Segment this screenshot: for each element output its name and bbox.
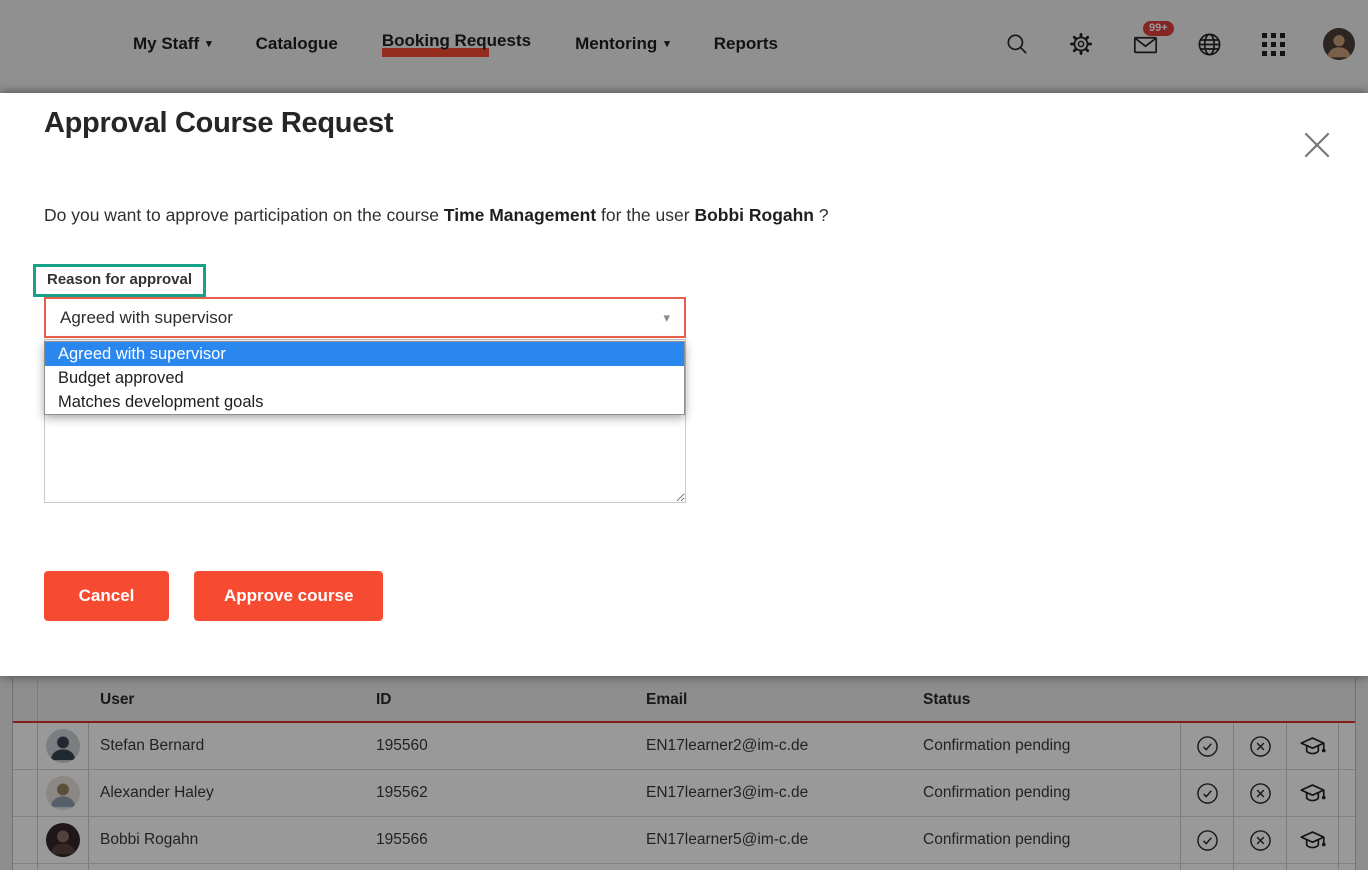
approve-course-button[interactable]: Approve course bbox=[194, 571, 383, 621]
approval-question: Do you want to approve participation on … bbox=[44, 205, 1244, 226]
course-name: Time Management bbox=[444, 205, 596, 225]
modal-title: Approval Course Request bbox=[44, 107, 393, 140]
reason-select-value: Agreed with supervisor bbox=[60, 308, 233, 328]
user-name: Bobbi Rogahn bbox=[694, 205, 814, 225]
dropdown-option-matches-development-goals[interactable]: Matches development goals bbox=[45, 390, 684, 414]
cancel-button[interactable]: Cancel bbox=[44, 571, 169, 621]
reason-label-annotation: Reason for approval bbox=[33, 264, 206, 297]
select-caret-icon: ▾ bbox=[663, 310, 670, 326]
dropdown-option-budget-approved[interactable]: Budget approved bbox=[45, 366, 684, 390]
question-prefix: Do you want to approve participation on … bbox=[44, 205, 444, 225]
reason-dropdown-list: Agreed with supervisor Budget approved M… bbox=[44, 341, 685, 415]
close-icon[interactable] bbox=[1297, 125, 1337, 165]
reason-select[interactable]: Agreed with supervisor ▾ bbox=[44, 297, 686, 338]
dropdown-option-agreed-with-supervisor[interactable]: Agreed with supervisor bbox=[45, 342, 684, 366]
approval-course-request-modal: Approval Course Request Do you want to a… bbox=[0, 93, 1368, 676]
question-middle: for the user bbox=[596, 205, 694, 225]
reason-for-approval-label: Reason for approval bbox=[47, 271, 192, 288]
question-suffix: ? bbox=[814, 205, 829, 225]
modal-buttons: Cancel Approve course bbox=[44, 571, 383, 621]
